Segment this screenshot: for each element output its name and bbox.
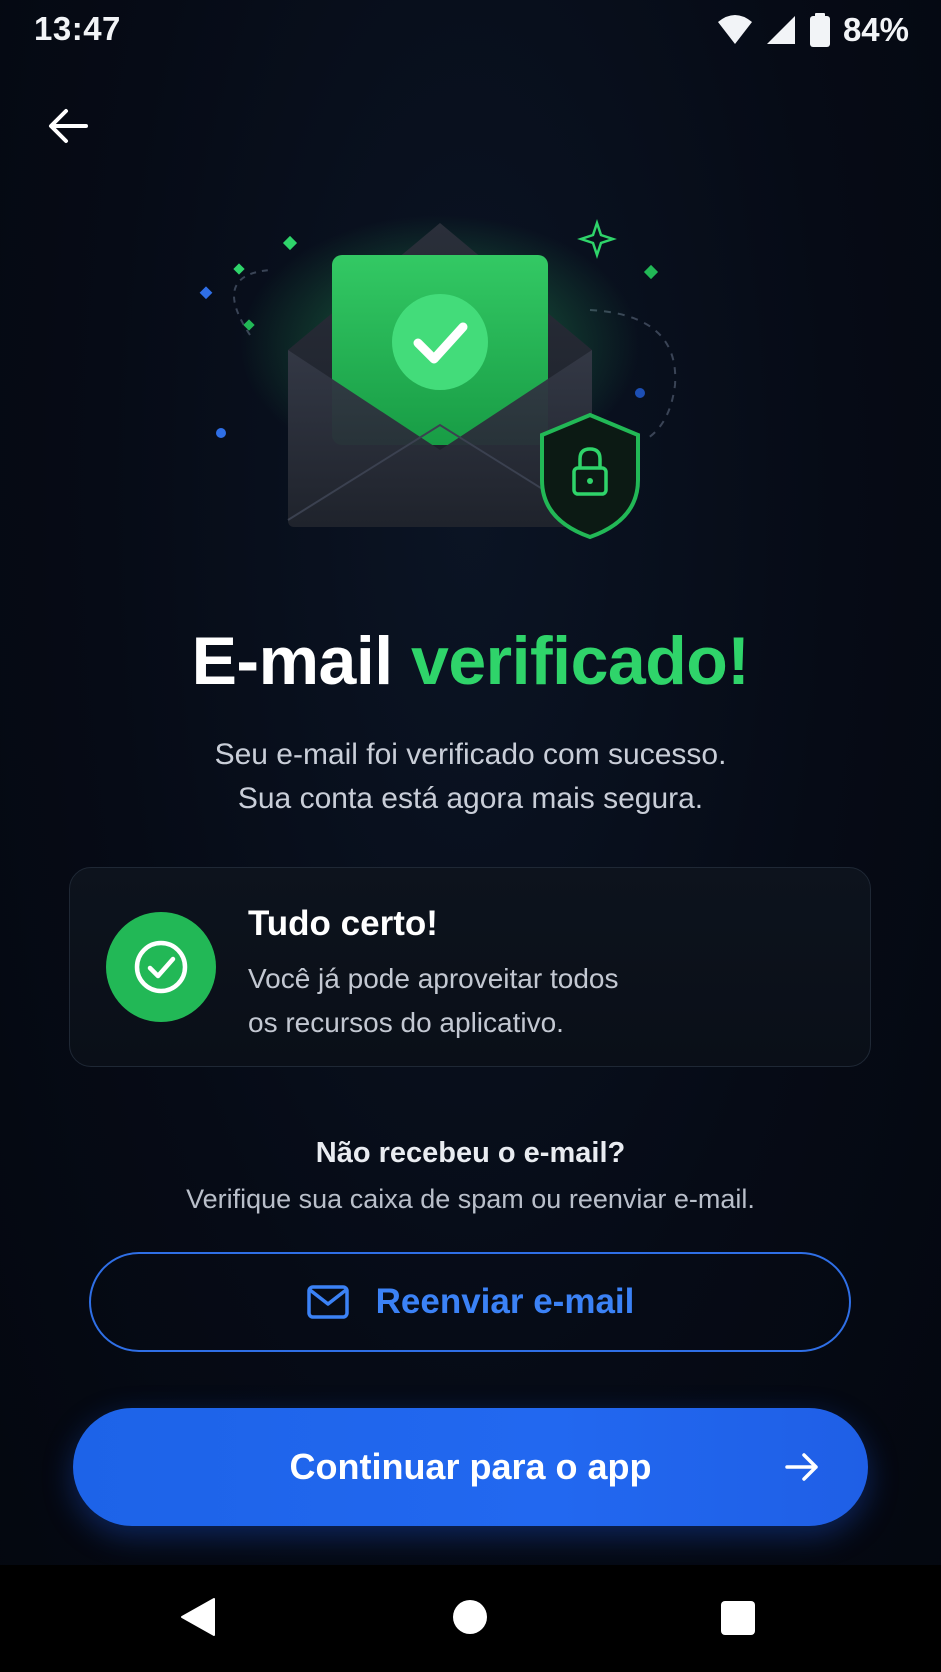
check-circle-icon	[134, 940, 188, 994]
signal-icon	[766, 16, 795, 44]
nav-recents-icon[interactable]	[721, 1601, 755, 1635]
card-line1: Você já pode aproveitar todos	[248, 963, 619, 994]
resend-button-label: Reenviar e-mail	[375, 1282, 635, 1321]
screen: 13:47 84% E-mail verificado! Seu e-mail …	[0, 0, 941, 1672]
page-subtitle: Seu e-mail foi verificado com sucesso. S…	[0, 733, 941, 821]
check-icon	[392, 294, 488, 390]
continue-button[interactable]: Continuar para o app	[73, 1408, 868, 1526]
title-part1: E-mail	[191, 623, 394, 699]
resend-hint: Verifique sua caixa de spam ou reenviar …	[186, 1184, 755, 1214]
system-nav-bar	[0, 1565, 941, 1672]
sparkle-icon	[577, 219, 617, 259]
nav-home-icon[interactable]	[453, 1600, 487, 1634]
arrow-left-icon	[49, 109, 88, 143]
status-time: 13:47	[34, 10, 121, 47]
page-title: E-mail verificado!	[0, 622, 941, 700]
title-part2: verificado!	[411, 623, 750, 699]
card-badge	[106, 912, 216, 1022]
status-icons: 84%	[717, 10, 909, 50]
wifi-icon	[717, 15, 752, 44]
subtitle-line1: Seu e-mail foi verificado com sucesso.	[214, 738, 727, 771]
status-bar: 13:47 84%	[0, 0, 941, 60]
subtitle-line2: Sua conta está agora mais segura.	[237, 782, 704, 815]
arrow-right-icon	[785, 1453, 818, 1481]
continue-button-label: Continuar para o app	[289, 1446, 652, 1487]
shield-lock-icon	[540, 412, 640, 540]
battery-percentage: 84%	[842, 11, 909, 48]
back-button[interactable]	[40, 98, 96, 154]
battery-icon	[809, 13, 830, 47]
success-card: Tudo certo! Você já pode aproveitar todo…	[69, 867, 871, 1067]
nav-back-icon[interactable]	[180, 1597, 216, 1637]
resend-heading: Não recebeu o e-mail?	[315, 1137, 626, 1169]
envelope-illustration	[199, 215, 677, 540]
card-title: Tudo certo!	[248, 904, 438, 943]
resend-email-button[interactable]: Reenviar e-mail	[89, 1252, 851, 1352]
mail-icon	[306, 1285, 349, 1319]
card-description: Você já pode aproveitar todos os recurso…	[248, 957, 808, 1045]
card-line2: os recursos do aplicativo.	[248, 1007, 564, 1038]
